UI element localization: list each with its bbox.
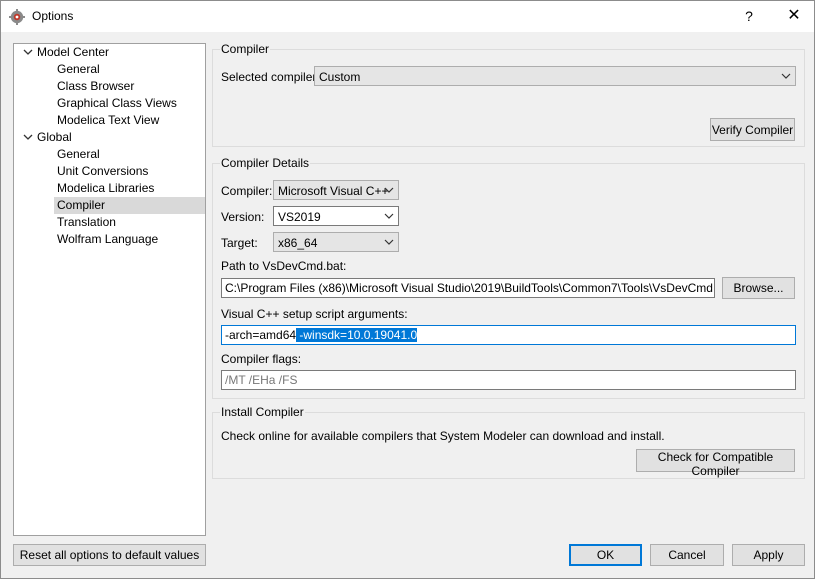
chevron-down-icon	[384, 239, 394, 245]
selected-compiler-label: Selected compiler:	[221, 70, 320, 84]
args-selected-text: -winsdk=10.0.19041.0	[296, 328, 418, 342]
compiler-value: Microsoft Visual C++	[278, 184, 389, 198]
chevron-down-icon	[384, 213, 394, 219]
tree-item-model-center[interactable]: Model Center	[18, 44, 205, 61]
tree-item-label: Global	[37, 130, 72, 144]
compiler-details-title: Compiler Details	[220, 156, 311, 170]
target-label: Target:	[221, 236, 258, 250]
window-title: Options	[32, 9, 74, 23]
tree-item-graphical-class-views[interactable]: Graphical Class Views	[57, 95, 177, 112]
selected-compiler-value: Custom	[319, 70, 361, 84]
tree-item-wolfram-language[interactable]: Wolfram Language	[57, 231, 158, 248]
flags-label: Compiler flags:	[221, 352, 302, 366]
target-dropdown[interactable]: x86_64	[273, 232, 399, 252]
args-text: -arch=amd64	[225, 328, 297, 342]
ok-button[interactable]: OK	[569, 544, 642, 566]
flags-input[interactable]: /MT /EHa /FS	[221, 370, 796, 390]
tree-item-class-browser[interactable]: Class Browser	[57, 78, 134, 95]
compiler-label: Compiler:	[221, 184, 273, 198]
path-label: Path to VsDevCmd.bat:	[221, 259, 347, 273]
tree-item-modelica-libraries[interactable]: Modelica Libraries	[57, 180, 154, 197]
verify-compiler-button[interactable]: Verify Compiler	[710, 118, 795, 141]
flags-placeholder: /MT /EHa /FS	[225, 373, 298, 387]
tree-item-global[interactable]: Global	[18, 129, 205, 146]
cancel-button[interactable]: Cancel	[650, 544, 724, 566]
args-input[interactable]: -arch=amd64 -winsdk=10.0.19041.0	[221, 325, 796, 345]
path-input[interactable]: C:\Program Files (x86)\Microsoft Visual …	[221, 278, 715, 298]
tree-item-translation[interactable]: Translation	[57, 214, 116, 231]
version-label: Version:	[221, 210, 265, 224]
help-button[interactable]: ?	[737, 4, 761, 28]
tree-item-compiler[interactable]: Compiler	[54, 197, 205, 214]
title-bar: Options ? ✕	[1, 1, 814, 32]
chevron-down-icon[interactable]	[22, 44, 34, 61]
check-compatible-compiler-button[interactable]: Check for Compatible Compiler	[636, 449, 795, 478]
install-description: Check online for available compilers tha…	[221, 429, 665, 443]
chevron-down-icon	[781, 73, 791, 79]
chevron-down-icon	[384, 187, 394, 193]
version-dropdown[interactable]: VS2019	[273, 206, 399, 226]
reset-defaults-button[interactable]: Reset all options to default values	[13, 544, 206, 566]
browse-button[interactable]: Browse...	[722, 277, 795, 299]
chevron-down-icon[interactable]	[22, 129, 34, 146]
compiler-dropdown[interactable]: Microsoft Visual C++	[273, 180, 399, 200]
install-compiler-title: Install Compiler	[220, 405, 305, 419]
apply-button[interactable]: Apply	[732, 544, 805, 566]
options-dialog: Options ? ✕ Model Center General Class B…	[0, 0, 815, 579]
target-value: x86_64	[278, 236, 318, 250]
selected-compiler-dropdown[interactable]: Custom	[314, 66, 796, 86]
options-tree[interactable]: Model Center General Class Browser Graph…	[13, 43, 206, 536]
tree-item-label: Model Center	[37, 45, 110, 59]
version-value: VS2019	[278, 210, 321, 224]
close-button[interactable]: ✕	[782, 4, 806, 28]
tree-item-modelica-text-view[interactable]: Modelica Text View	[57, 112, 159, 129]
tree-item-general-global[interactable]: General	[57, 146, 100, 163]
args-label: Visual C++ setup script arguments:	[221, 307, 408, 321]
gear-icon	[9, 9, 25, 25]
tree-item-general[interactable]: General	[57, 61, 100, 78]
tree-item-unit-conversions[interactable]: Unit Conversions	[57, 163, 148, 180]
compiler-group-title: Compiler	[220, 42, 271, 56]
